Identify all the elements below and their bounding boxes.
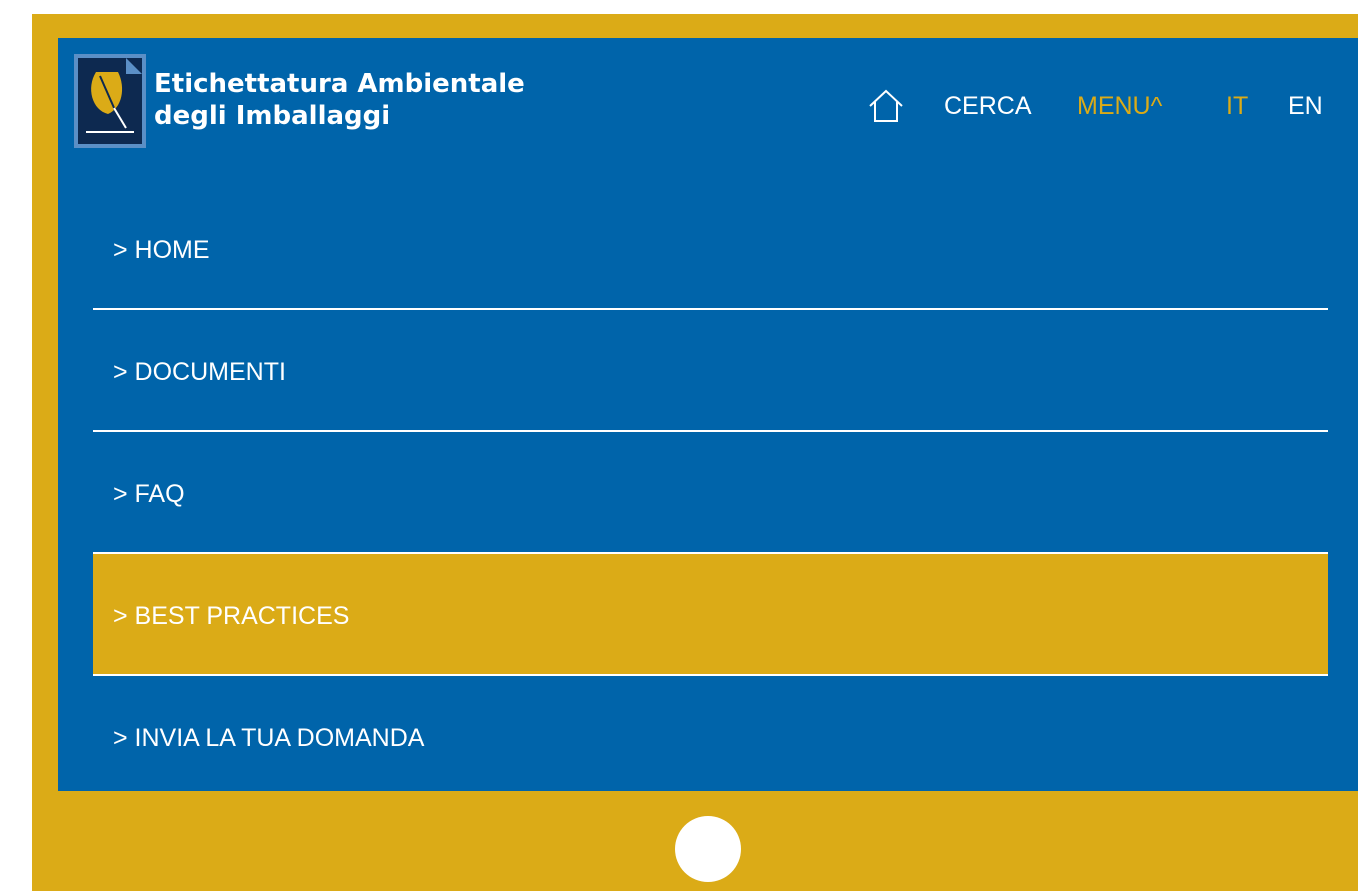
menu-item-label: > HOME [113, 236, 210, 264]
menu-item-label: > BEST PRACTICES [113, 602, 350, 630]
nav-lang-it[interactable]: IT [1226, 86, 1248, 126]
menu-item-label: > DOCUMENTI [113, 358, 286, 386]
menu-item-documenti[interactable]: > DOCUMENTI [93, 310, 1328, 432]
site-title[interactable]: Etichettatura Ambientale degli Imballagg… [154, 68, 525, 132]
logo[interactable] [74, 54, 146, 148]
menu-item-label: > FAQ [113, 480, 185, 508]
nav-lang-en[interactable]: EN [1288, 86, 1323, 126]
menu-item-best-practices[interactable]: > BEST PRACTICES [93, 554, 1328, 676]
nav-menu[interactable]: MENU^ [1077, 86, 1162, 126]
site-title-line1: Etichettatura Ambientale [154, 69, 525, 99]
site-title-line2: degli Imballaggi [154, 101, 391, 131]
menu-item-label: > INVIA LA TUA DOMANDA [113, 724, 425, 752]
menu-item-faq[interactable]: > FAQ [93, 432, 1328, 554]
menu-item-home[interactable]: > HOME [93, 188, 1328, 310]
device-home-button[interactable] [675, 816, 741, 882]
nav-search[interactable]: CERCA [944, 86, 1032, 126]
home-icon[interactable] [867, 86, 905, 126]
menu-item-invia-domanda[interactable]: > INVIA LA TUA DOMANDA [93, 676, 1328, 798]
leaf-document-icon [78, 58, 142, 144]
main-menu: > HOME > DOCUMENTI > FAQ > BEST PRACTICE… [93, 188, 1328, 798]
